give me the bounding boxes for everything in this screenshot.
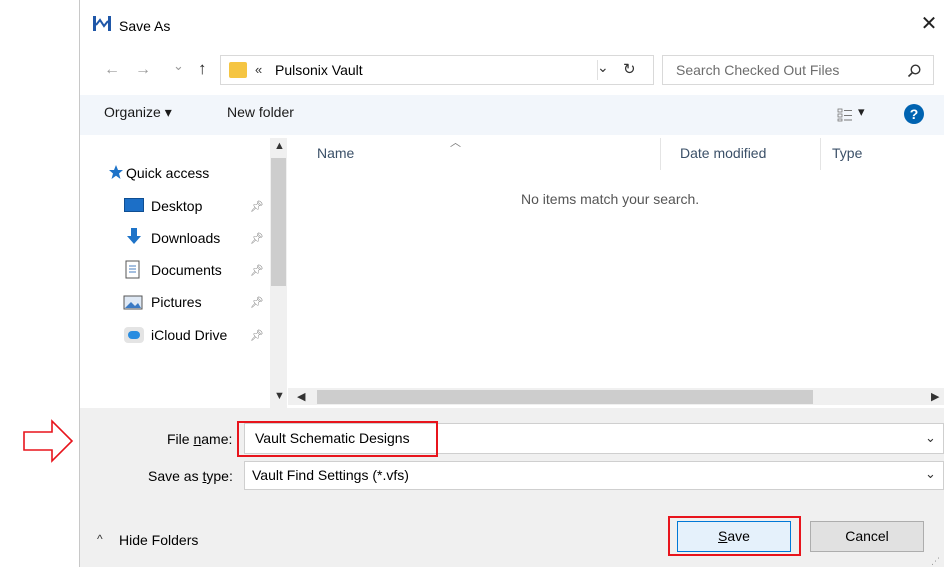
scroll-left-icon[interactable]: ◀ [297,390,305,403]
app-logo-icon [93,16,111,31]
column-header-name[interactable]: Name [317,145,354,161]
documents-icon [125,260,140,279]
dialog-title: Save As [119,18,171,34]
resize-grip-icon[interactable]: ⋰ [931,556,940,567]
search-box[interactable]: Search Checked Out Files [662,55,934,85]
column-divider [820,138,821,170]
recent-locations-icon[interactable]: ⌄ [173,58,184,74]
list-scrollbar-thumb[interactable] [317,390,813,404]
sidebar-item-downloads[interactable]: Downloads [151,230,220,246]
cancel-button[interactable]: Cancel [810,521,924,552]
sidebar-item-pictures[interactable]: Pictures [151,294,202,310]
save-button[interactable]: Save [677,521,791,552]
downloads-icon [127,228,141,244]
column-header-date-modified[interactable]: Date modified [680,145,766,161]
file-name-highlight [237,421,438,457]
view-options-icon[interactable] [837,108,853,122]
address-bar[interactable]: « Pulsonix Vault ⌄ ↻ [220,55,654,85]
empty-list-message: No items match your search. [521,191,700,207]
forward-icon[interactable]: → [135,61,151,79]
back-icon[interactable]: ← [104,61,120,79]
pin-icon: 📌︎ [250,265,264,277]
column-divider [660,138,661,170]
pin-icon: 📌︎ [250,233,264,245]
annotation-arrow-icon [23,419,74,463]
refresh-icon[interactable]: ↻ [623,60,636,78]
help-label: ? [909,106,919,122]
close-icon[interactable]: ✕ [917,12,941,36]
command-toolbar [80,95,944,135]
save-as-type-label: Save as type: [148,468,233,484]
sort-arrow-icon: ︿ [450,137,461,149]
nav-scrollbar-thumb[interactable] [271,158,286,286]
folder-icon [229,62,247,78]
hide-folders-button[interactable]: Hide Folders [119,532,198,548]
address-dropdown-icon[interactable]: ⌄ [597,59,609,76]
file-name-dropdown-icon[interactable]: ⌄ [925,430,936,446]
view-dropdown-icon[interactable]: ▾ [858,104,865,120]
column-header-type[interactable]: Type [832,145,862,161]
sidebar-item-documents[interactable]: Documents [151,262,222,278]
address-divider [597,60,598,80]
pin-icon: 📌︎ [250,330,264,342]
desktop-icon [124,198,144,212]
up-folder-icon[interactable]: ↑ [198,59,207,79]
pin-icon: 📌︎ [250,201,264,213]
scroll-right-icon[interactable]: ▶ [931,390,939,403]
pictures-icon [123,295,143,310]
scroll-up-icon[interactable]: ▲ [274,140,285,152]
search-input[interactable]: Search Checked Out Files [676,62,839,78]
save-as-type-value: Vault Find Settings (*.vfs) [252,467,409,483]
search-icon[interactable] [906,63,922,79]
file-name-label: File name: [167,431,233,447]
breadcrumb-prefix[interactable]: « [255,62,262,77]
help-icon[interactable]: ? [904,104,924,124]
sidebar-item-icloud-drive[interactable]: iCloud Drive [151,327,227,343]
new-folder-button[interactable]: New folder [227,104,294,120]
quick-access-label[interactable]: Quick access [126,165,209,181]
sidebar-item-desktop[interactable]: Desktop [151,198,202,214]
save-as-type-dropdown-icon[interactable]: ⌄ [925,466,936,482]
hide-folders-chevron-icon[interactable]: ^ [97,532,103,546]
icloud-icon [124,327,144,343]
breadcrumb-location[interactable]: Pulsonix Vault [275,62,363,78]
scroll-down-icon[interactable]: ▼ [274,390,285,402]
organize-menu[interactable]: Organize ▾ [104,104,172,121]
quick-access-star-icon [109,165,123,179]
pin-icon: 📌︎ [250,297,264,309]
